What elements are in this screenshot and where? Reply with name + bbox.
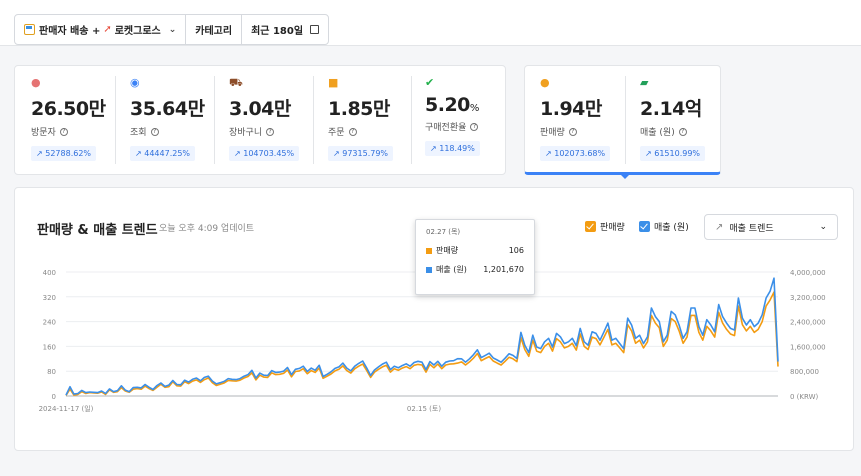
y-right-tick-label: 3,200,000 bbox=[790, 294, 826, 302]
y-left-tick-label: 160 bbox=[43, 343, 56, 351]
revenue-series-line bbox=[65, 277, 779, 396]
y-left-tick-label: 0 bbox=[52, 393, 56, 401]
x-tick-label: 2024-11-17 (일) bbox=[39, 404, 94, 413]
tooltip-rev-label: 매출 (원) bbox=[436, 265, 467, 274]
y-right-tick-label: 800,000 bbox=[790, 368, 819, 376]
y-left-tick-label: 80 bbox=[47, 368, 56, 376]
qty-swatch bbox=[426, 247, 432, 254]
y-right-tick-label: 4,000,000 bbox=[790, 269, 826, 277]
y-left-tick-label: 320 bbox=[43, 294, 56, 302]
rev-swatch bbox=[426, 266, 432, 273]
chart-tooltip: 02.27 (목) 판매량 106 매출 (원) 1,201,670 bbox=[415, 219, 535, 295]
y-right-tick-label: 2,400,000 bbox=[790, 319, 826, 327]
tooltip-qty-value: 106 bbox=[508, 246, 524, 255]
y-left-tick-label: 400 bbox=[43, 269, 56, 277]
tooltip-date: 02.27 (목) bbox=[426, 228, 461, 236]
x-tick-label: 02.15 (토) bbox=[407, 405, 441, 413]
tooltip-qty-row: 판매량 106 bbox=[426, 245, 524, 256]
tooltip-qty-label: 판매량 bbox=[436, 246, 459, 255]
y-left-tick-label: 240 bbox=[43, 319, 56, 327]
tooltip-rev-row: 매출 (원) 1,201,670 bbox=[426, 264, 524, 275]
y-right-tick-label: 0 (KRW) bbox=[790, 393, 819, 401]
y-right-tick-label: 1,600,000 bbox=[790, 343, 826, 351]
tooltip-rev-value: 1,201,670 bbox=[483, 265, 524, 274]
